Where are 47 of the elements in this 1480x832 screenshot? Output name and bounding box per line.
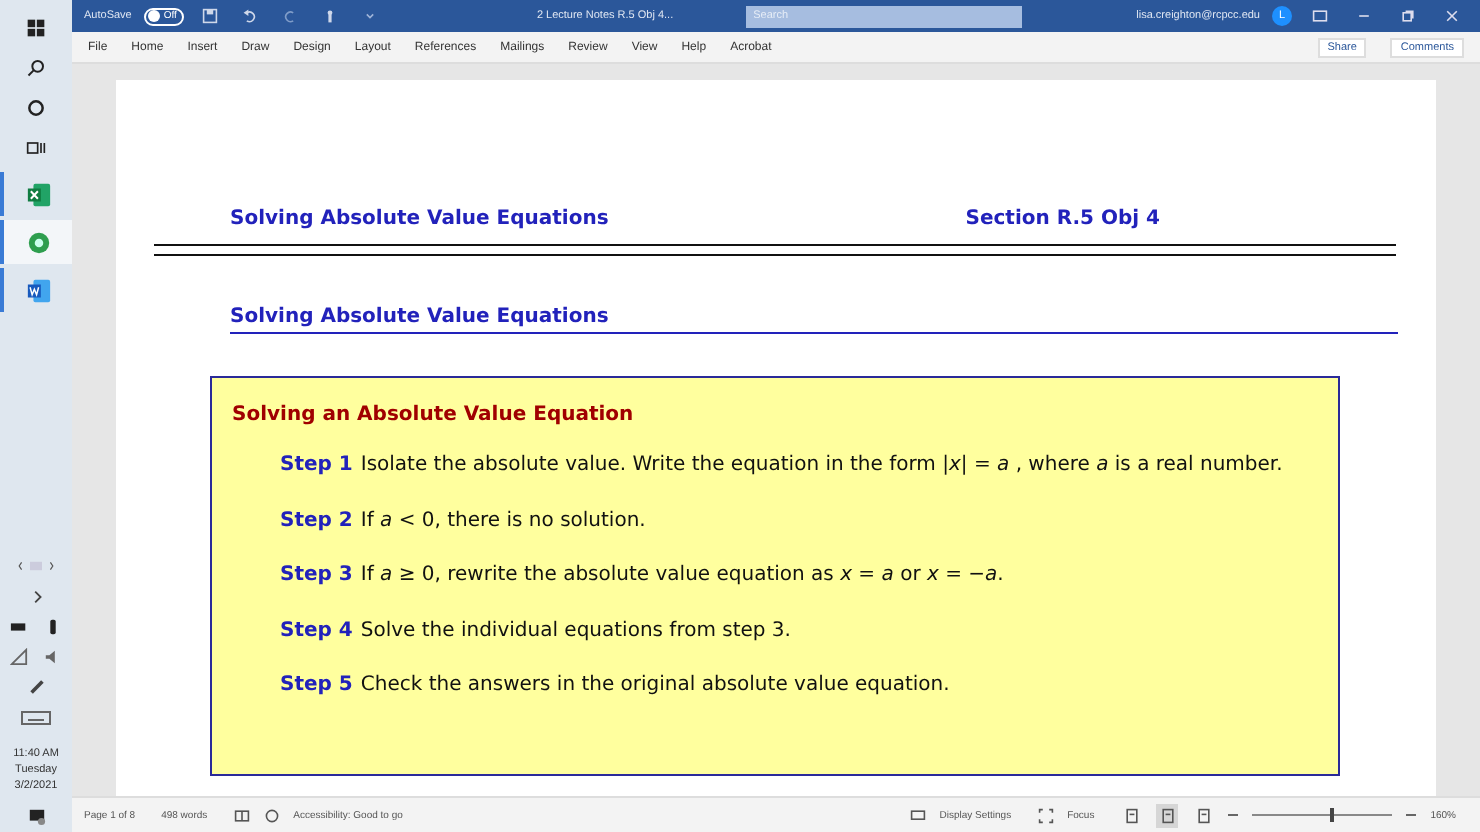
microphone-icon[interactable] <box>44 618 62 636</box>
display-settings-icon[interactable] <box>909 807 926 823</box>
spreadsheet-app-icon <box>25 181 51 207</box>
view-mode-button[interactable] <box>1156 803 1179 827</box>
header-title: Solving Absolute Value Equations <box>230 208 609 230</box>
step-label: Step 4 <box>280 619 353 641</box>
undo-icon[interactable] <box>242 8 259 24</box>
step-text: If a ≥ 0, rewrite the absolute value equation as x = a or x = −a. <box>360 564 1004 586</box>
step-label: Step 2 <box>280 509 353 531</box>
battery-icon[interactable] <box>10 618 28 636</box>
step-text: Check the answers in the original absolute value equation. <box>360 674 950 696</box>
ribbon-display-icon[interactable] <box>1312 8 1328 24</box>
step-label: Step 1 <box>280 454 353 476</box>
windows-start-icon[interactable] <box>26 18 46 38</box>
box-title: Solving an Absolute Value Equation <box>232 404 636 426</box>
taskbar-app[interactable] <box>0 220 72 264</box>
tray-scroll-icon[interactable] <box>18 558 54 574</box>
pen-icon[interactable] <box>27 678 45 696</box>
restore-icon[interactable] <box>1400 8 1416 24</box>
page-icon <box>1123 807 1140 823</box>
keyboard-icon[interactable] <box>18 710 54 726</box>
step-label: Step 5 <box>280 674 353 696</box>
book-icon[interactable] <box>233 807 250 823</box>
customize-icon[interactable] <box>362 8 379 24</box>
header-section: Section R.5 Obj 4 <box>965 208 1160 230</box>
step-text: If a < 0, there is no solution. <box>360 509 646 531</box>
search-icon[interactable] <box>26 58 46 78</box>
network-icon[interactable] <box>10 648 28 666</box>
accessibility-icon[interactable] <box>263 807 280 823</box>
close-icon[interactable] <box>1444 8 1460 24</box>
notification-icon[interactable] <box>27 808 45 826</box>
view-mode-button[interactable] <box>1120 803 1143 827</box>
circle-icon[interactable] <box>26 98 46 118</box>
step-text: Solve the individual equations from step 3. <box>360 619 791 641</box>
step-text: Isolate the absolute value. Write the equation in the form |x| = a , where a is a real number. <box>360 454 1283 476</box>
redo-icon[interactable] <box>282 8 299 24</box>
zoom-thumb[interactable] <box>1329 808 1334 822</box>
focus-icon[interactable] <box>1037 807 1054 823</box>
section-heading: Solving Absolute Value Equations <box>228 306 611 328</box>
page-icon <box>1159 807 1176 823</box>
step-label: Step 3 <box>280 564 353 586</box>
page-icon <box>1195 807 1212 823</box>
document-app-icon <box>25 277 51 303</box>
task-view-icon[interactable] <box>26 138 46 158</box>
view-mode-button[interactable] <box>1192 803 1215 827</box>
ring-app-icon <box>25 229 51 255</box>
save-icon[interactable] <box>202 8 219 24</box>
